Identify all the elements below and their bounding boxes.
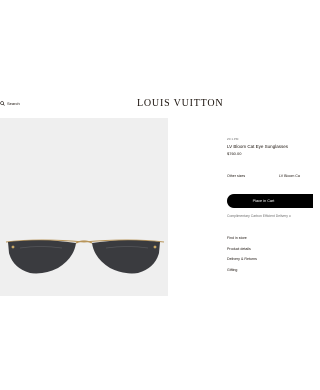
product-links: Find in store Product details Delivery &… [227, 236, 300, 278]
search-button[interactable]: Search [0, 101, 20, 106]
search-label: Search [7, 101, 20, 106]
product-price: $760.00 [227, 151, 242, 156]
sizes-label: Other sizes [227, 174, 246, 178]
product-reference: Z0 1.PM [227, 137, 239, 141]
product-name: LV Bloom Cat Eye Sunglasses [227, 144, 288, 149]
add-to-cart-button[interactable]: Place in Cart [227, 194, 313, 208]
size-option[interactable]: LV Bloom Ca [279, 174, 300, 179]
gifting-link[interactable]: Gifting [227, 268, 300, 273]
brand-logo[interactable]: LOUIS VUITTON [137, 98, 223, 110]
delivery-returns-link[interactable]: Delivery & Returns [227, 257, 300, 262]
sizes-row: Other sizes LV Bloom Ca [227, 174, 300, 180]
search-icon [0, 101, 5, 106]
find-in-store-link[interactable]: Find in store [227, 236, 300, 241]
product-details-link[interactable]: Product details [227, 247, 300, 252]
product-page: Search LOUIS VUITTON Z0 1.PM LV Bloom Ca… [0, 0, 313, 390]
product-info: Z0 1.PM LV Bloom Cat Eye Sunglasses $760… [227, 137, 313, 272]
product-image[interactable] [0, 118, 168, 296]
delivery-note: Complimentary Carbon Efficient Delivery … [227, 214, 291, 218]
sunglasses-image [5, 239, 165, 274]
site-header: Search LOUIS VUITTON [0, 96, 300, 116]
